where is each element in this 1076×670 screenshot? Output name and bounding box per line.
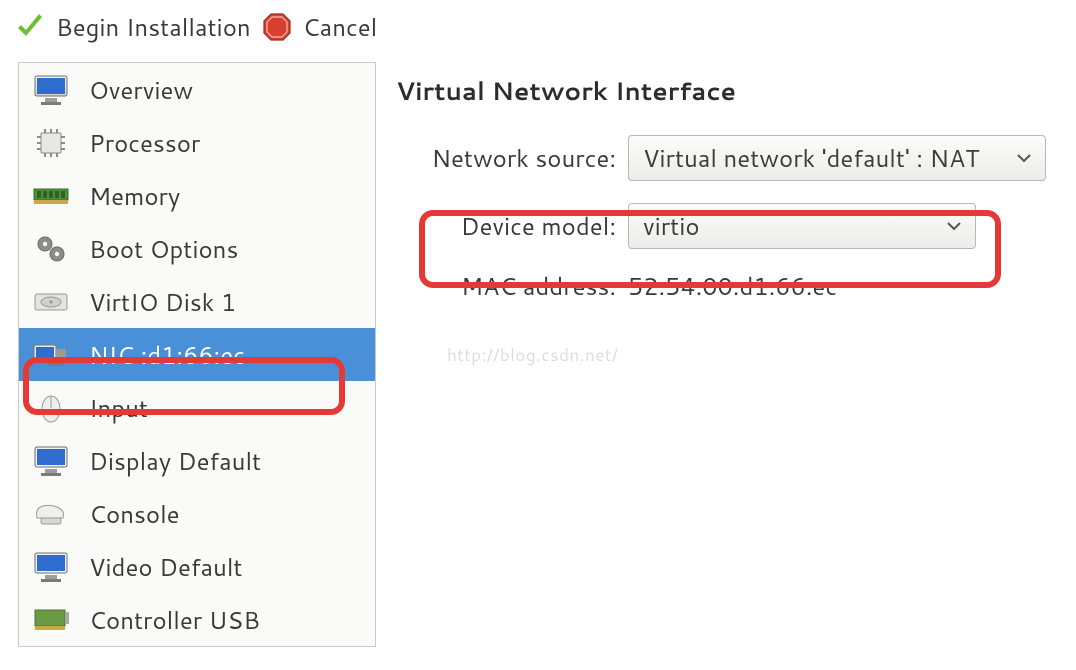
network-source-label: Network source:: [396, 141, 628, 175]
chevron-down-icon: [945, 217, 963, 235]
cpu-icon: [29, 123, 73, 163]
monitor-icon: [29, 547, 73, 587]
chevron-down-icon: [1015, 149, 1033, 167]
sidebar-item-label: Processor: [89, 126, 200, 160]
check-icon: [14, 11, 46, 43]
stop-icon: [261, 11, 293, 43]
sidebar-item-controller-usb[interactable]: Controller USB: [19, 593, 375, 646]
sidebar-item-label: Controller USB: [89, 603, 260, 637]
begin-installation-button[interactable]: Begin Installation: [14, 10, 251, 44]
monitor-icon: [29, 70, 73, 110]
device-model-value: virtio: [643, 209, 700, 243]
network-source-value: Virtual network 'default' : NAT: [643, 141, 979, 175]
disk-icon: [29, 282, 73, 322]
monitor-icon: [29, 441, 73, 481]
sidebar-item-label: VirtIO Disk 1: [89, 285, 236, 319]
sidebar-item-label: Input: [89, 391, 148, 425]
sidebar-item-overview[interactable]: Overview: [19, 63, 375, 116]
sidebar-item-label: Video Default: [89, 550, 243, 584]
device-model-select[interactable]: virtio: [628, 203, 976, 249]
sidebar-item-processor[interactable]: Processor: [19, 116, 375, 169]
sidebar-item-display[interactable]: Display Default: [19, 434, 375, 487]
page-title: Virtual Network Interface: [396, 74, 1066, 109]
sidebar-item-nic[interactable]: NIC :d1:66:ec: [19, 328, 375, 381]
mac-address-value: 52:54:00:d1:66:ec: [628, 269, 837, 303]
sidebar-item-label: Overview: [89, 73, 193, 107]
sidebar-item-memory[interactable]: Memory: [19, 169, 375, 222]
cancel-button[interactable]: Cancel: [261, 10, 378, 44]
watermark-text: http://blog.csdn.net/: [447, 343, 618, 367]
gears-icon: [29, 229, 73, 269]
pci-icon: [29, 600, 73, 640]
sidebar-item-label: Boot Options: [89, 232, 238, 266]
network-source-select[interactable]: Virtual network 'default' : NAT: [628, 135, 1046, 181]
nic-icon: [29, 335, 73, 375]
device-model-label: Device model:: [396, 209, 628, 243]
serial-icon: [29, 494, 73, 534]
sidebar-item-boot-options[interactable]: Boot Options: [19, 222, 375, 275]
begin-installation-label: Begin Installation: [56, 10, 251, 44]
sidebar-item-label: Memory: [89, 179, 180, 213]
sidebar-item-console[interactable]: Console: [19, 487, 375, 540]
cancel-label: Cancel: [303, 10, 378, 44]
mac-address-label: MAC address:: [396, 269, 628, 303]
sidebar-item-input[interactable]: Input: [19, 381, 375, 434]
ram-icon: [29, 176, 73, 216]
sidebar-item-label: Display Default: [89, 444, 261, 478]
sidebar-item-label: Console: [89, 497, 180, 531]
mouse-icon: [29, 388, 73, 428]
sidebar: Overview Processor Memory Boot Options V…: [18, 62, 376, 647]
sidebar-item-label: NIC :d1:66:ec: [89, 338, 245, 372]
sidebar-item-video[interactable]: Video Default: [19, 540, 375, 593]
sidebar-item-virtio-disk[interactable]: VirtIO Disk 1: [19, 275, 375, 328]
